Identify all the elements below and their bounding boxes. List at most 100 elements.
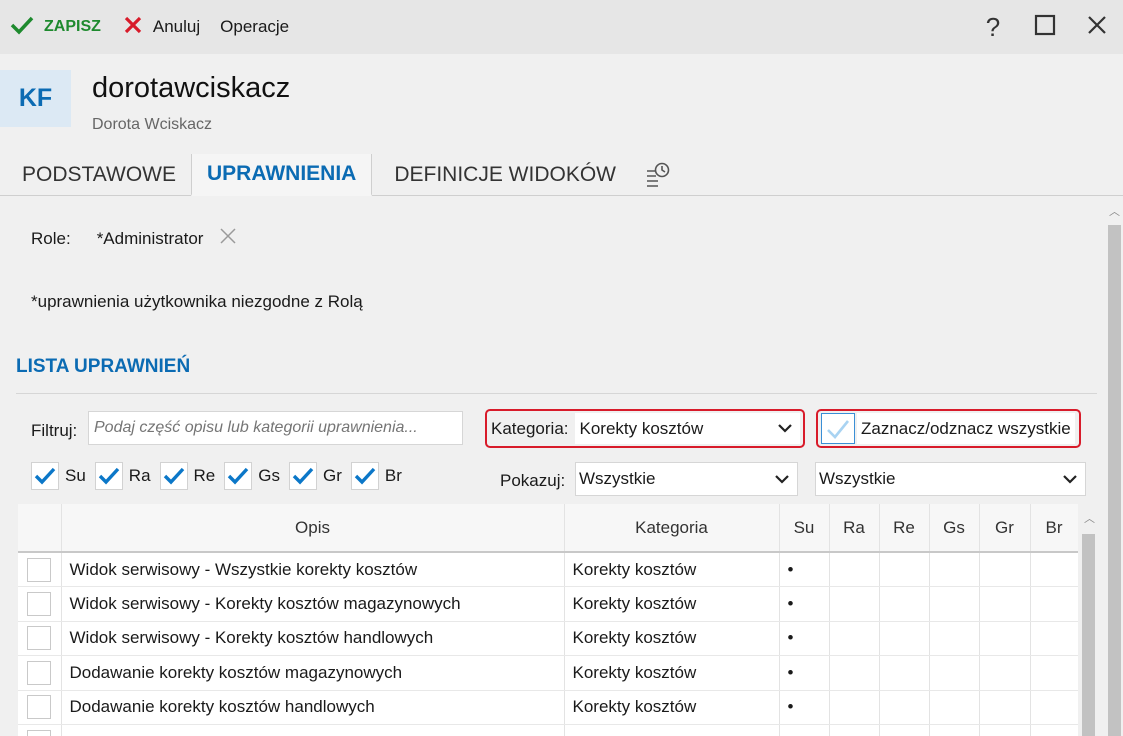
table-row[interactable] (18, 724, 1078, 736)
filter-label: Filtruj: (31, 421, 78, 440)
cell-su[interactable]: • (779, 552, 830, 587)
cell-gr[interactable] (979, 655, 1031, 691)
column-header-kategoria[interactable]: Kategoria (564, 504, 780, 553)
cell-ra[interactable] (829, 586, 880, 622)
select-column-header (18, 504, 62, 553)
toggle-all-label[interactable]: Zaznacz/odznacz wszystkie (857, 413, 1075, 444)
cell-br[interactable] (1030, 621, 1078, 656)
cell-gs[interactable] (929, 586, 980, 622)
cell-gr[interactable] (979, 586, 1031, 622)
save-button[interactable]: ZAPISZ (10, 15, 101, 40)
page-scrollbar[interactable]: ︿ (1105, 197, 1123, 736)
cell-ra[interactable] (829, 724, 880, 736)
cell-gs[interactable] (929, 724, 980, 736)
scrollbar-thumb[interactable] (1082, 534, 1095, 736)
cell-su[interactable]: • (779, 621, 830, 656)
scroll-up-icon[interactable]: ︿ (1084, 510, 1095, 526)
cell-su[interactable] (779, 724, 830, 736)
cell-gs[interactable] (929, 552, 980, 587)
checkbox-checked[interactable] (94, 462, 123, 490)
column-header-gs[interactable]: Gs (929, 504, 980, 553)
operations-menu[interactable]: Operacje (220, 17, 289, 37)
flag-su[interactable]: Su (31, 462, 86, 490)
table-row[interactable]: Widok serwisowy - Wszystkie korekty kosz… (18, 552, 1078, 587)
table-row[interactable]: Widok serwisowy - Korekty kosztów handlo… (18, 621, 1078, 656)
checkbox-checked[interactable] (224, 462, 253, 490)
cell-su[interactable]: • (779, 655, 830, 691)
cell-re[interactable] (879, 690, 930, 725)
scrollbar-thumb[interactable] (1108, 225, 1121, 736)
cell-ra[interactable] (829, 690, 880, 725)
cell-br[interactable] (1030, 552, 1078, 587)
cancel-button[interactable]: Anuluj (123, 15, 200, 40)
checkbox-checked[interactable] (289, 462, 317, 490)
close-window-button[interactable] (1071, 14, 1123, 41)
cell-re[interactable] (879, 552, 930, 587)
table-row[interactable]: Dodawanie korekty kosztów magazynowych K… (18, 655, 1078, 691)
maximize-button[interactable] (1019, 14, 1071, 41)
avatar: KF (0, 70, 71, 127)
cell-su[interactable]: • (779, 690, 830, 725)
remove-role-icon[interactable] (219, 227, 237, 250)
column-header-re[interactable]: Re (879, 504, 930, 553)
cell-br[interactable] (1030, 690, 1078, 725)
column-header-br[interactable]: Br (1030, 504, 1078, 553)
category-select[interactable]: Korekty kosztów (574, 413, 800, 444)
checkbox-checked[interactable] (31, 462, 59, 490)
cell-br[interactable] (1030, 655, 1078, 691)
history-button[interactable] (631, 154, 671, 195)
toggle-all-checkbox[interactable] (821, 413, 855, 444)
cell-gr[interactable] (979, 621, 1031, 656)
column-header-opis[interactable]: Opis (61, 504, 565, 553)
column-header-gr[interactable]: Gr (979, 504, 1031, 553)
cell-gs[interactable] (929, 621, 980, 656)
row-checkbox[interactable] (27, 660, 51, 685)
checkbox-checked[interactable] (350, 462, 379, 490)
row-checkbox[interactable] (27, 557, 51, 582)
tab-uprawnienia[interactable]: UPRAWNIENIA (191, 154, 373, 196)
row-checkbox[interactable] (27, 695, 51, 720)
row-checkbox[interactable] (27, 591, 51, 616)
section-divider (16, 393, 1097, 394)
scroll-up-icon[interactable]: ︿ (1109, 203, 1120, 219)
flag-ra[interactable]: Ra (94, 462, 151, 490)
row-checkbox[interactable] (27, 626, 51, 651)
help-button[interactable]: ? (967, 12, 1019, 43)
cell-ra[interactable] (829, 621, 880, 656)
table-row[interactable]: Widok serwisowy - Korekty kosztów magazy… (18, 586, 1078, 622)
flag-gr[interactable]: Gr (289, 462, 342, 490)
cell-ra[interactable] (829, 552, 880, 587)
flag-gs[interactable]: Gs (224, 462, 280, 490)
cell-br[interactable] (1030, 586, 1078, 622)
cell-re[interactable] (879, 621, 930, 656)
column-header-su[interactable]: Su (779, 504, 830, 553)
cell-gs[interactable] (929, 690, 980, 725)
tab-podstawowe[interactable]: PODSTAWOWE (0, 154, 191, 195)
cell-opis: Dodawanie korekty kosztów magazynowych (61, 655, 565, 691)
show-select-1[interactable]: Wszystkie (575, 462, 798, 496)
flag-re[interactable]: Re (159, 462, 215, 490)
cell-re[interactable] (879, 586, 930, 622)
cell-gr[interactable] (979, 552, 1031, 587)
cell-gr[interactable] (979, 724, 1031, 736)
show-select-2[interactable]: Wszystkie (815, 462, 1086, 496)
cell-su[interactable]: • (779, 586, 830, 622)
cell-kategoria: Korekty kosztów (564, 621, 780, 656)
tab-definicje-widokow[interactable]: DEFINICJE WIDOKÓW (372, 154, 631, 195)
table-row[interactable]: Dodawanie korekty kosztów handlowych Kor… (18, 690, 1078, 725)
cell-re[interactable] (879, 655, 930, 691)
cell-br[interactable] (1030, 724, 1078, 736)
username-title: dorotawciskacz (92, 72, 291, 104)
row-checkbox[interactable] (27, 729, 51, 736)
checkbox-checked[interactable] (159, 462, 188, 490)
cell-opis: Dodawanie korekty kosztów handlowych (61, 690, 565, 725)
column-header-ra[interactable]: Ra (829, 504, 880, 553)
cell-ra[interactable] (829, 655, 880, 691)
table-scrollbar[interactable]: ︿ (1080, 504, 1098, 736)
permissions-panel: Role: *Administrator *uprawnienia użytko… (0, 197, 1105, 736)
flag-br[interactable]: Br (350, 462, 402, 490)
cell-gr[interactable] (979, 690, 1031, 725)
cell-gs[interactable] (929, 655, 980, 691)
filter-input[interactable] (88, 411, 463, 445)
cell-re[interactable] (879, 724, 930, 736)
